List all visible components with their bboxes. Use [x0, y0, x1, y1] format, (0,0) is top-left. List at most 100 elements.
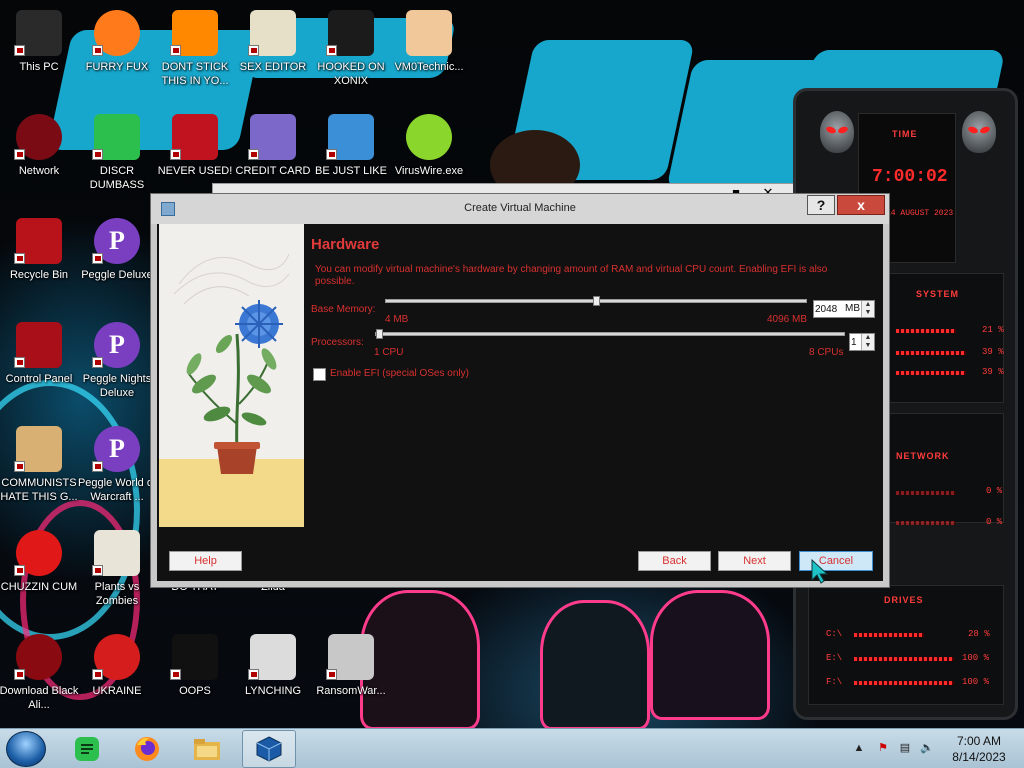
memory-stepper[interactable]: ▲ ▼ [861, 301, 874, 317]
shortcut-arrow-icon [248, 149, 259, 160]
desktop-icon[interactable]: CHUZZIN CUM [0, 526, 79, 626]
processors-slider[interactable] [375, 329, 845, 339]
gallows-icon [248, 634, 296, 680]
gadget-system-value: 39 % [982, 347, 1004, 357]
gadget-system-value: 21 % [982, 325, 1004, 335]
base-memory-slider[interactable] [385, 296, 807, 306]
taskbar: ▲ ⚑ ▤ 🔈 7:00 AM 8/14/2023 [0, 728, 1024, 768]
desktop-icon[interactable]: SEX EDITOR [233, 6, 313, 106]
help-button[interactable]: Help [169, 551, 242, 571]
efi-label[interactable]: Enable EFI (special OSes only) [330, 368, 469, 379]
peggle-icon: P [92, 322, 140, 368]
desktop-icon[interactable]: P Peggle Nights Deluxe [77, 318, 157, 418]
show-hidden-icons-icon[interactable]: ▲ [852, 741, 866, 755]
desktop-icon[interactable]: Plants vs Zombies [77, 526, 157, 626]
base-memory-input[interactable] [815, 302, 845, 316]
desktop-icon[interactable]: COMMUNISTS HATE THIS G... [0, 422, 79, 522]
memory-max-label: 4096 MB [767, 314, 808, 325]
desktop-icon[interactable]: VM0Technic... [389, 6, 469, 106]
base-memory-slider-thumb[interactable] [593, 296, 600, 306]
desktop-icon[interactable]: Network [0, 110, 79, 210]
gadget-drive-label: C:\ [826, 629, 843, 639]
desktop-icon-label: NEVER USED! [157, 165, 233, 177]
gadget-drive-value: 100 % [962, 677, 990, 687]
control-panel-icon [14, 322, 62, 368]
desktop-icon[interactable]: DONT STICK THIS IN YO... [155, 6, 235, 106]
gadget-cpu-bar [896, 329, 956, 333]
gadget-system-value: 39 % [982, 367, 1004, 377]
shortcut-arrow-icon [326, 149, 337, 160]
firefox-icon [92, 10, 140, 56]
page-description: You can modify virtual machine's hardwar… [315, 264, 828, 287]
desktop-icon[interactable]: HOOKED ON XONIX [311, 6, 391, 106]
network-tray-icon[interactable]: ▤ [898, 741, 912, 755]
base-memory-spinbox[interactable]: MB ▲▼ [813, 300, 875, 318]
titlebar-help-button[interactable]: ? [807, 195, 835, 215]
gadget-network-graph [896, 491, 956, 495]
titlebar-close-button[interactable]: x [837, 195, 885, 215]
taskbar-virtualbox[interactable] [242, 730, 296, 768]
xonix-icon [326, 10, 374, 56]
lime-icon [406, 114, 452, 160]
shortcut-arrow-icon [170, 149, 181, 160]
gadget-drives-title: DRIVES [884, 595, 924, 605]
desktop-icon-label: Peggle World of Warcraft ... [77, 477, 157, 503]
dialog-body: Hardware You can modify virtual machine'… [157, 224, 883, 581]
back-button[interactable]: Back [638, 551, 711, 571]
desktop-icon[interactable]: P Peggle Deluxe [77, 214, 157, 314]
shortcut-arrow-icon [248, 669, 259, 680]
hex-editor-icon [248, 10, 296, 56]
firefox-icon [135, 737, 159, 761]
folder-icon [194, 739, 220, 760]
efi-checkbox[interactable] [313, 368, 326, 381]
stepper-up-icon[interactable]: ▲ [862, 301, 874, 309]
money-bag-icon [14, 426, 62, 472]
action-center-flag-icon[interactable]: ⚑ [876, 741, 890, 755]
processors-spinbox[interactable]: ▲▼ [849, 333, 875, 351]
desktop-icon[interactable]: This PC [0, 6, 79, 106]
next-button[interactable]: Next [718, 551, 791, 571]
create-vm-dialog: Create Virtual Machine ? x Hardware You … [150, 193, 890, 588]
skull-app-icon [170, 634, 218, 680]
stepper-up-icon[interactable]: ▲ [862, 334, 874, 342]
desktop-icon[interactable]: Download Black Ali... [0, 630, 79, 730]
desktop-icon[interactable]: UKRAINE [77, 630, 157, 730]
mouse-cursor-icon [811, 558, 829, 584]
taskbar-file-explorer[interactable] [180, 730, 234, 768]
credit-card-icon [248, 114, 296, 160]
desktop-icon[interactable]: FURRY FUX [77, 6, 157, 106]
hardware-page: Hardware You can modify virtual machine'… [311, 224, 877, 524]
chat-icon [92, 114, 140, 160]
desktop-icon-label: Download Black Ali... [0, 685, 79, 711]
desktop-icon[interactable]: Control Panel [0, 318, 79, 418]
clock-date: 8/14/2023 [952, 750, 1006, 764]
processors-input[interactable] [851, 335, 861, 349]
doctor-icon [406, 10, 452, 56]
desktop-icon[interactable]: RansomWar... [311, 630, 391, 730]
gadget-swap-bar [896, 371, 966, 375]
desktop-icon[interactable]: DISCR DUMBASS [77, 110, 157, 210]
taskbar-firefox[interactable] [120, 730, 174, 768]
taskbar-chat-app[interactable] [60, 730, 114, 768]
volume-icon[interactable]: 🔈 [920, 741, 934, 755]
dialog-titlebar[interactable]: Create Virtual Machine ? x [151, 194, 889, 224]
base-memory-label: Base Memory: [311, 304, 376, 315]
processors-slider-thumb[interactable] [376, 329, 383, 339]
processors-stepper[interactable]: ▲ ▼ [861, 334, 874, 350]
shortcut-arrow-icon [92, 565, 103, 576]
desktop-icon[interactable]: Recycle Bin [0, 214, 79, 314]
shortcut-arrow-icon [92, 45, 103, 56]
desktop-icon[interactable]: P Peggle World of Warcraft ... [77, 422, 157, 522]
desktop-icon[interactable]: OOPS [155, 630, 235, 730]
desktop-icon-label: BE JUST LIKE [315, 165, 387, 177]
radiation-icon [92, 634, 140, 680]
shortcut-arrow-icon [92, 253, 103, 264]
stepper-down-icon[interactable]: ▼ [862, 342, 874, 350]
stepper-down-icon[interactable]: ▼ [862, 309, 874, 317]
start-button[interactable] [6, 731, 46, 767]
desktop-icon-label: Peggle Nights Deluxe [82, 373, 152, 399]
taskbar-clock[interactable]: 7:00 AM 8/14/2023 [944, 733, 1014, 765]
flower-icon [92, 530, 140, 576]
desktop-icon-label: SEX EDITOR [239, 61, 307, 73]
desktop-icon[interactable]: LYNCHING [233, 630, 313, 730]
